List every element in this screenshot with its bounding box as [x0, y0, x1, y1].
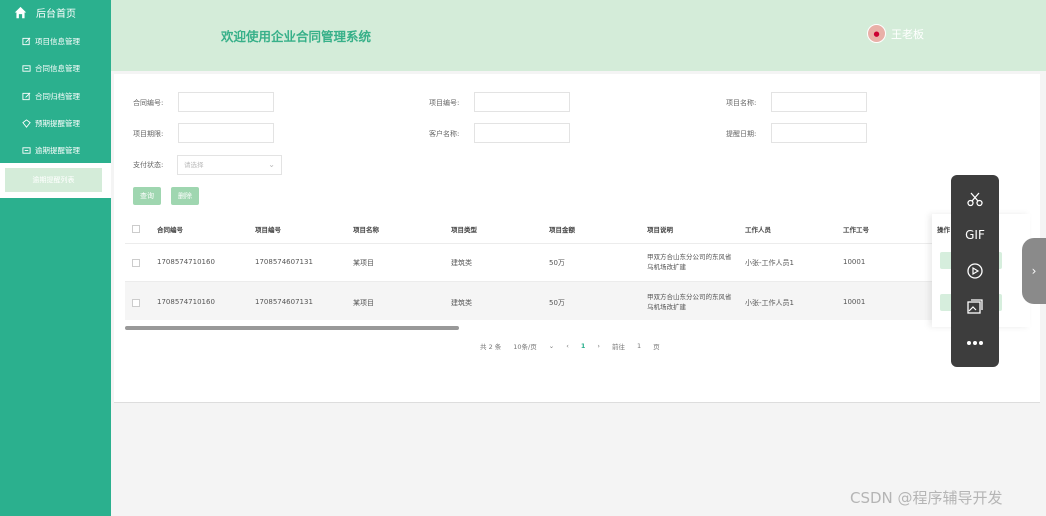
table-row[interactable]: 1708574710160 1708574607131 某项目 建筑类 50万 … [125, 243, 1030, 282]
sidebar-submenu: 逾期提醒列表 [0, 163, 111, 198]
contract-no-label: 合同编号: [133, 99, 164, 107]
cell-staff-id: 10001 [843, 258, 866, 266]
cell-staff-id: 10001 [843, 298, 866, 306]
cell-staff: 小张-工作人员1 [745, 259, 794, 267]
sidebar-subitem-overdue-list[interactable]: 逾期提醒列表 [5, 168, 102, 192]
cell-contract-no: 1708574710160 [157, 258, 215, 266]
page-unit-label: 页 [653, 343, 660, 351]
prev-page-button[interactable]: ‹ [566, 342, 569, 350]
gif-icon[interactable]: GIF [964, 224, 986, 246]
card-icon [22, 147, 31, 154]
customer-name-input[interactable] [474, 123, 570, 143]
sidebar-item-contract-archive[interactable]: 合同归档管理 [22, 91, 80, 102]
sidebar-item-project-info[interactable]: 项目信息管理 [22, 36, 80, 47]
chevron-right-icon: › [1031, 264, 1037, 278]
table-header: 合同编号 项目编号 项目名称 项目类型 项目金额 项目说明 工作人员 工作工号 [125, 214, 1030, 244]
home-icon [14, 6, 27, 19]
col-project-amount: 项目金额 [549, 226, 575, 234]
pagination-total: 共 2 条 [480, 343, 502, 351]
project-period-input[interactable] [178, 123, 274, 143]
user-name: 王老板 [891, 27, 924, 41]
remind-date-label: 提醒日期: [726, 130, 757, 138]
col-operation: 操作 [937, 226, 950, 234]
cell-project-name: 某项目 [353, 259, 374, 267]
cell-project-type: 建筑类 [451, 259, 472, 267]
customer-name-label: 客户名称: [429, 130, 460, 138]
cell-project-name: 某项目 [353, 299, 374, 307]
col-project-name: 项目名称 [353, 226, 379, 234]
image-icon[interactable] [964, 296, 986, 318]
scissors-icon[interactable] [964, 188, 986, 210]
next-page-button[interactable]: › [597, 342, 600, 350]
project-no-input[interactable] [474, 92, 570, 112]
cell-project-desc: 甲双方合山东分公司的东风省乌机场改扩建 [647, 293, 732, 311]
sidebar-item-label: 逾期提醒管理 [35, 146, 80, 155]
sidebar-item-label: 项目信息管理 [35, 37, 80, 46]
query-button[interactable]: 查询 [133, 187, 161, 205]
chevron-down-icon: ⌄ [268, 160, 275, 169]
sidebar-item-overdue-reminder[interactable]: 逾期提醒管理 [22, 145, 80, 156]
contract-no-input[interactable] [178, 92, 274, 112]
cell-project-amount: 50万 [549, 299, 565, 307]
cell-project-type: 建筑类 [451, 299, 472, 307]
delete-button[interactable]: 删除 [171, 187, 199, 205]
sidebar-item-label: 合同信息管理 [35, 64, 80, 73]
horizontal-scrollbar[interactable] [125, 326, 459, 330]
cell-project-amount: 50万 [549, 259, 565, 267]
page-title: 欢迎使用企业合同管理系统 [221, 29, 372, 44]
sidebar-item-label: 合同归档管理 [35, 92, 80, 101]
cell-contract-no: 1708574710160 [157, 298, 215, 306]
edit-icon [22, 92, 31, 101]
project-no-label: 项目编号: [429, 99, 460, 107]
user-menu[interactable]: ● 王老板 [867, 24, 924, 43]
sidebar: 后台首页 项目信息管理 合同信息管理 合同归档管理 预期提醒管理 逾期提醒管理 … [0, 0, 111, 516]
col-contract-no: 合同编号 [157, 226, 183, 234]
select-all-checkbox[interactable] [132, 225, 140, 233]
floating-toolbar: GIF [951, 175, 999, 367]
goto-label: 前往 [611, 343, 625, 351]
sidebar-item-expected-reminder[interactable]: 预期提醒管理 [22, 118, 80, 129]
cell-project-no: 1708574607131 [255, 298, 313, 306]
card-icon [22, 65, 31, 72]
col-project-no: 项目编号 [255, 226, 281, 234]
pay-status-select[interactable]: 请选择 ⌄ [177, 155, 282, 175]
pagination: 共 2 条 10条/页 ⌄ ‹ 1 › 前往 1 页 [480, 341, 672, 351]
sidebar-item-label: 预期提醒管理 [35, 119, 80, 128]
top-header: 欢迎使用企业合同管理系统 ● 王老板 [111, 0, 1046, 71]
page-number[interactable]: 1 [581, 342, 586, 350]
main-panel: 合同编号: 项目编号: 项目名称: 项目期限: 客户名称: 提醒日期: 支付状态… [114, 74, 1040, 403]
pay-status-placeholder: 请选择 [184, 161, 204, 169]
more-icon[interactable] [964, 332, 986, 354]
chevron-down-icon: ⌄ [548, 342, 555, 350]
table-row[interactable]: 1708574710160 1708574607131 某项目 建筑类 50万 … [125, 281, 1030, 320]
edit-icon [22, 37, 31, 46]
col-staff-id: 工作工号 [843, 226, 869, 234]
sidebar-home-label: 后台首页 [36, 9, 76, 20]
project-name-input[interactable] [771, 92, 867, 112]
col-project-type: 项目类型 [451, 226, 477, 234]
pay-status-label: 支付状态: [133, 161, 164, 169]
col-project-desc: 项目说明 [647, 226, 673, 234]
sidebar-item-contract-info[interactable]: 合同信息管理 [22, 63, 80, 74]
pagination-size-select[interactable]: 10条/页 [513, 341, 536, 351]
watermark: CSDN @程序辅导开发 [850, 489, 1003, 507]
sidebar-home[interactable]: 后台首页 [14, 5, 76, 20]
record-icon[interactable] [964, 260, 986, 282]
row-checkbox[interactable] [132, 259, 140, 267]
diamond-icon [22, 119, 31, 128]
row-checkbox[interactable] [132, 299, 140, 307]
col-staff: 工作人员 [745, 226, 771, 234]
cell-project-no: 1708574607131 [255, 258, 313, 266]
avatar: ● [867, 24, 886, 43]
remind-date-input[interactable] [771, 123, 867, 143]
project-name-label: 项目名称: [726, 99, 757, 107]
cell-staff: 小张-工作人员1 [745, 299, 794, 307]
collapse-tab[interactable]: › [1022, 238, 1046, 304]
cell-project-desc: 甲双方合山东分公司的东风省乌机场改扩建 [647, 253, 732, 271]
goto-page-input[interactable]: 1 [637, 342, 641, 350]
project-period-label: 项目期限: [133, 130, 164, 138]
